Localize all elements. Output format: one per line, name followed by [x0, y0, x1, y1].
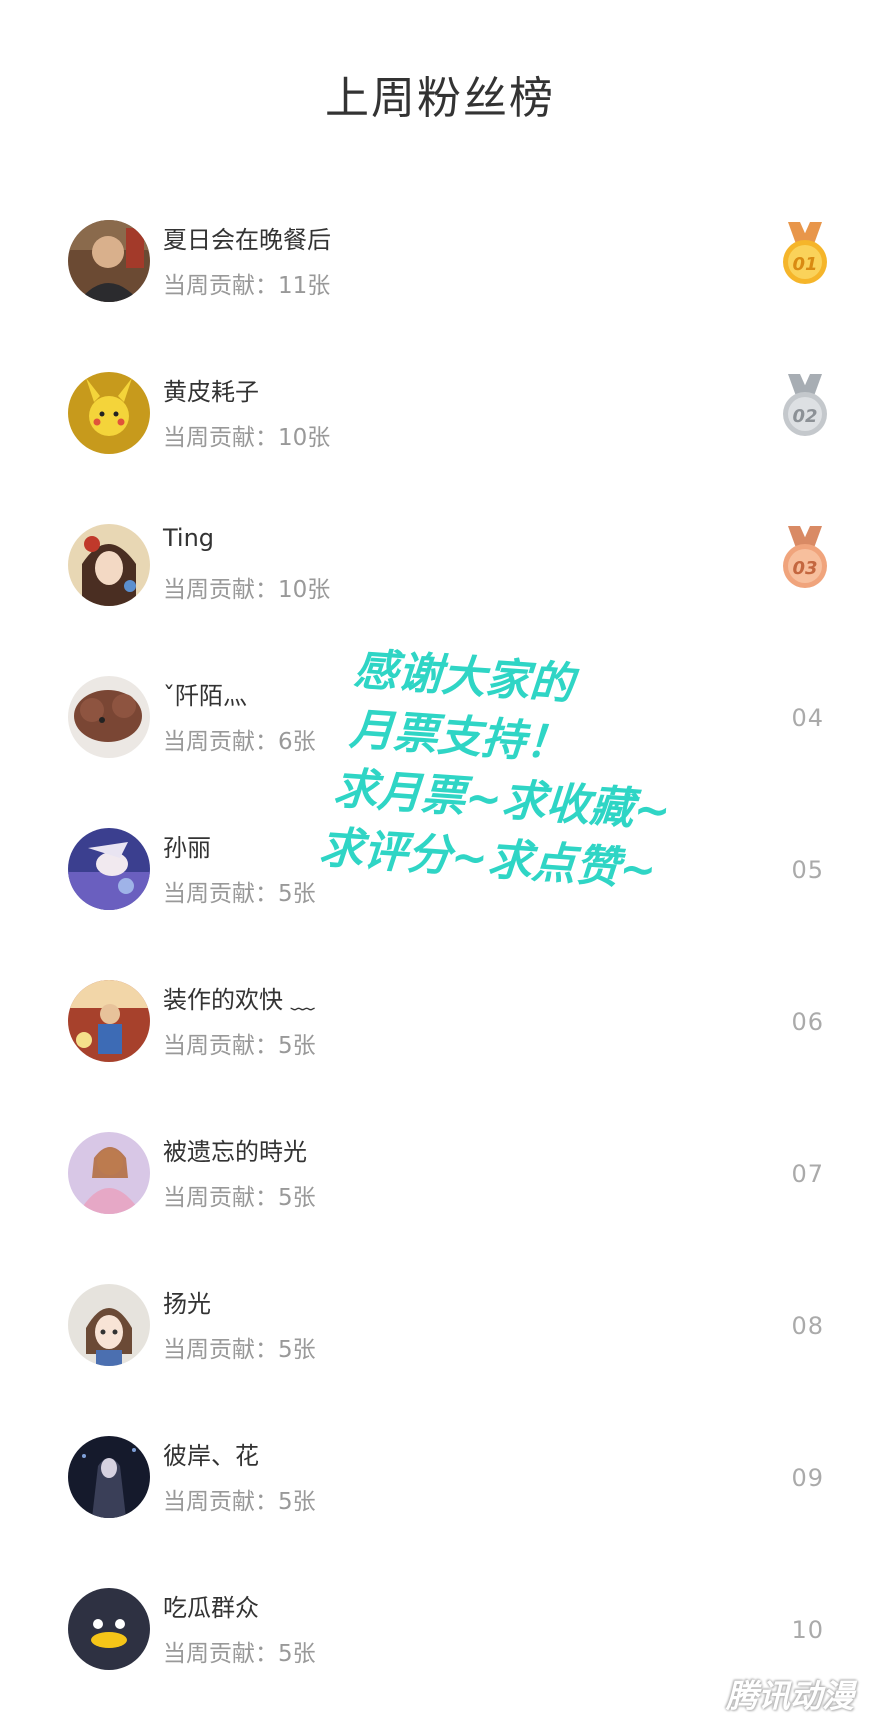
fan-name: Ting	[163, 524, 215, 552]
avatar[interactable]	[68, 676, 150, 758]
fan-contribution: 当周贡献：5张	[163, 1641, 316, 1667]
fan-name: 夏日会在晚餐后	[163, 226, 331, 254]
rank-number: 05	[791, 856, 824, 884]
fan-row[interactable]: 夏日会在晚餐后 当周贡献：11张 01	[0, 204, 880, 356]
rank-number: 07	[791, 1160, 824, 1188]
medal-rank-label: 02	[792, 406, 817, 427]
avatar[interactable]	[68, 1436, 150, 1518]
tencent-comic-watermark: 腾讯动漫	[725, 1677, 854, 1715]
fan-contribution: 当周贡献：5张	[163, 1489, 316, 1515]
default-penguin-avatar-icon	[68, 1588, 150, 1670]
fan-contribution: 当周贡献：10张	[163, 425, 331, 451]
fan-name: 扬光	[163, 1290, 211, 1318]
avatar[interactable]	[68, 1284, 150, 1366]
fan-row[interactable]: 彼岸、花 当周贡献：5张 09	[0, 1420, 880, 1572]
fan-contribution: 当周贡献：5张	[163, 881, 316, 907]
fan-name: 彼岸、花	[163, 1442, 259, 1470]
fan-name: 孙丽	[163, 834, 211, 862]
fan-name: ˇ阡陌灬	[163, 682, 247, 710]
fan-row[interactable]: Ting 当周贡献：10张 03	[0, 508, 880, 660]
fan-contribution: 当周贡献：6张	[163, 729, 316, 755]
avatar[interactable]	[68, 220, 150, 302]
avatar[interactable]	[68, 980, 150, 1062]
rank-number: 06	[791, 1008, 824, 1036]
fan-name: 吃瓜群众	[163, 1594, 259, 1622]
fan-name: 被遗忘的時光	[163, 1138, 307, 1166]
avatar[interactable]	[68, 524, 150, 606]
fan-name: 装作的欢快 ﹏	[163, 986, 315, 1014]
avatar[interactable]	[68, 828, 150, 910]
avatar[interactable]	[68, 372, 150, 454]
medal-rank-label: 01	[792, 254, 817, 275]
fan-contribution: 当周贡献：10张	[163, 577, 331, 603]
medal-rank-label: 03	[792, 558, 817, 579]
fan-contribution: 当周贡献：5张	[163, 1033, 316, 1059]
monthly-ticket-promo-overlay: 感谢大家的 月票支持！ 求月票~求收藏~ 求评分~求点赞~	[318, 640, 735, 906]
page-title: 上周粉丝榜	[325, 73, 555, 124]
fan-row[interactable]: 黄皮耗子 当周贡献：10张 02	[0, 356, 880, 508]
avatar[interactable]	[68, 1132, 150, 1214]
fan-row[interactable]: 装作的欢快 ﹏ 当周贡献：5张 06	[0, 964, 880, 1116]
fan-row[interactable]: 被遗忘的時光 当周贡献：5张 07	[0, 1116, 880, 1268]
rank-number: 09	[791, 1464, 824, 1492]
fan-contribution: 当周贡献：5张	[163, 1337, 316, 1363]
silver-medal-icon: 02	[783, 374, 827, 436]
fan-ranking-list: 夏日会在晚餐后 当周贡献：11张 01 黄皮耗子 当周贡献：10张 02 Tin…	[0, 204, 880, 1724]
bronze-medal-icon: 03	[783, 526, 827, 588]
fan-name: 黄皮耗子	[163, 378, 259, 406]
fan-contribution: 当周贡献：11张	[163, 273, 331, 299]
rank-number: 08	[791, 1312, 824, 1340]
rank-number: 04	[791, 704, 824, 732]
fan-row[interactable]: 扬光 当周贡献：5张 08	[0, 1268, 880, 1420]
avatar[interactable]	[68, 1588, 150, 1670]
rank-number: 10	[791, 1616, 824, 1644]
fan-contribution: 当周贡献：5张	[163, 1185, 316, 1211]
gold-medal-icon: 01	[783, 222, 827, 284]
